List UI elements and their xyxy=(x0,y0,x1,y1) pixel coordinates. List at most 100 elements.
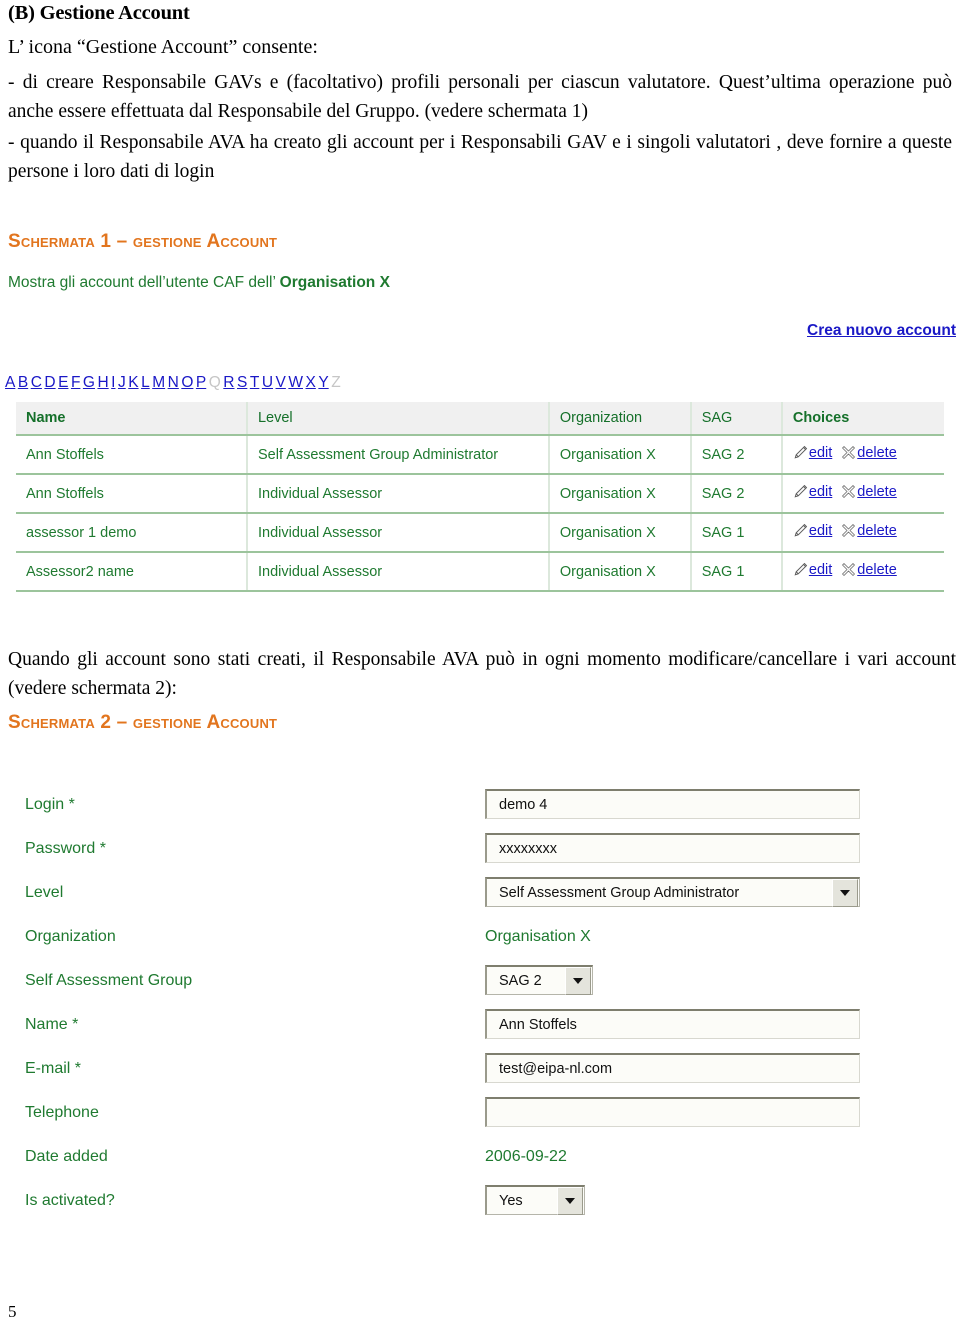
delete-link[interactable]: delete xyxy=(857,445,897,461)
organization-value: Organisation X xyxy=(485,928,591,945)
is-activated-select[interactable]: Yes xyxy=(485,1185,585,1215)
pencil-edit-icon[interactable] xyxy=(793,445,808,464)
alphabet-letter-e[interactable]: E xyxy=(58,374,68,391)
alphabet-letter-b[interactable]: B xyxy=(18,374,28,391)
table-row: Ann Stoffels Individual Assessor Organisat… xyxy=(16,474,944,514)
cell-level: Individual Assessor xyxy=(246,552,550,592)
delete-link[interactable]: delete xyxy=(857,523,897,539)
alphabet-letter-x[interactable]: X xyxy=(306,374,316,391)
level-select-value: Self Assessment Group Administrator xyxy=(499,884,740,901)
chevron-down-icon[interactable] xyxy=(832,878,858,907)
edit-link[interactable]: edit xyxy=(809,484,832,500)
label-organization: Organization xyxy=(25,928,116,945)
accounts-scope-line: Mostra gli account dell’utente CAF dell’… xyxy=(8,274,390,292)
form-row-is-activated: Is activated? Yes xyxy=(0,1182,960,1226)
column-header-name[interactable]: Name xyxy=(16,402,248,436)
accounts-scope-organisation: Organisation X xyxy=(279,274,390,291)
alphabet-letter-w[interactable]: W xyxy=(288,374,303,391)
edit-link[interactable]: edit xyxy=(809,562,832,578)
alphabet-letter-j[interactable]: J xyxy=(118,374,126,391)
is-activated-select-wrapper: Yes xyxy=(485,1185,585,1215)
column-header-level[interactable]: Level xyxy=(246,402,550,436)
alphabet-letter-s[interactable]: S xyxy=(237,374,247,391)
alphabet-letter-o[interactable]: O xyxy=(181,374,193,391)
alphabet-letter-c[interactable]: C xyxy=(31,374,42,391)
chevron-down-icon[interactable] xyxy=(565,966,591,995)
alphabet-letter-d[interactable]: D xyxy=(44,374,55,391)
alphabet-letter-u[interactable]: U xyxy=(262,374,273,391)
delete-link[interactable]: delete xyxy=(857,484,897,500)
form-row-sag: Self Assessment Group SAG 2 xyxy=(0,962,960,1006)
login-input[interactable] xyxy=(485,789,860,819)
paragraph-second-bullet: - quando il Responsabile AVA ha creato g… xyxy=(8,132,952,182)
alphabet-letter-r[interactable]: R xyxy=(223,374,234,391)
login-field-wrapper xyxy=(485,789,860,819)
alphabet-letter-p[interactable]: P xyxy=(196,374,206,391)
label-is-activated: Is activated? xyxy=(25,1192,115,1209)
date-added-value: 2006-09-22 xyxy=(485,1148,567,1165)
alphabet-letter-l[interactable]: L xyxy=(141,374,150,391)
alphabet-letter-h[interactable]: H xyxy=(97,374,108,391)
pencil-edit-icon[interactable] xyxy=(793,523,808,542)
caption-schermata-1: Schermata 1 – gestione Account xyxy=(8,231,278,252)
pencil-edit-icon[interactable] xyxy=(793,562,808,581)
edit-link[interactable]: edit xyxy=(809,523,832,539)
email-field-wrapper xyxy=(485,1053,860,1083)
alphabet-letter-g[interactable]: G xyxy=(83,374,95,391)
cross-delete-icon[interactable] xyxy=(841,484,856,503)
form-row-date-added: Date added 2006-09-22 xyxy=(0,1138,960,1182)
alphabet-letter-f[interactable]: F xyxy=(71,374,80,391)
label-login: Login * xyxy=(25,796,75,813)
cross-delete-icon[interactable] xyxy=(841,523,856,542)
cell-sag: SAG 2 xyxy=(690,474,783,514)
edit-link[interactable]: edit xyxy=(809,445,832,461)
sag-select-value: SAG 2 xyxy=(499,972,542,989)
form-row-organization: Organization Organisation X xyxy=(0,918,960,962)
telephone-input[interactable] xyxy=(485,1097,860,1127)
alphabet-letter-i[interactable]: I xyxy=(111,374,115,391)
alphabet-letter-k[interactable]: K xyxy=(128,374,138,391)
create-new-account-link[interactable]: Crea nuovo account xyxy=(807,322,956,340)
alphabet-letter-t[interactable]: T xyxy=(250,374,259,391)
alphabet-letter-m[interactable]: M xyxy=(152,374,165,391)
cell-name: Ann Stoffels xyxy=(16,474,248,514)
cell-organization: Organisation X xyxy=(548,435,692,475)
name-input[interactable] xyxy=(485,1009,860,1039)
delete-link[interactable]: delete xyxy=(857,562,897,578)
cell-organization: Organisation X xyxy=(548,474,692,514)
label-date-added: Date added xyxy=(25,1148,108,1165)
page-number: 5 xyxy=(8,1302,17,1321)
alphabet-letter-v[interactable]: V xyxy=(276,374,286,391)
cell-choices: edit delete xyxy=(781,513,944,553)
paragraph-third: Quando gli account sono stati creati, il… xyxy=(8,649,956,699)
column-header-sag[interactable]: SAG xyxy=(690,402,783,436)
sag-select[interactable]: SAG 2 xyxy=(485,965,593,995)
cell-name: Ann Stoffels xyxy=(16,435,248,475)
alphabet-letter-y[interactable]: Y xyxy=(318,374,328,391)
cross-delete-icon[interactable] xyxy=(841,562,856,581)
column-header-organization[interactable]: Organization xyxy=(548,402,692,436)
table-header-row: Name Level Organization SAG Choices xyxy=(16,402,944,436)
password-input[interactable] xyxy=(485,833,860,863)
cross-delete-icon[interactable] xyxy=(841,445,856,464)
password-field-wrapper xyxy=(485,833,860,863)
pencil-edit-icon[interactable] xyxy=(793,484,808,503)
cell-organization: Organisation X xyxy=(548,513,692,553)
column-header-choices: Choices xyxy=(781,402,944,436)
chevron-down-icon[interactable] xyxy=(557,1186,583,1215)
level-select[interactable]: Self Assessment Group Administrator xyxy=(485,877,860,907)
cell-level: Individual Assessor xyxy=(246,513,550,553)
alphabet-filter-bar: ABCDEFGHIJKLMNOPQRSTUVWXYZ xyxy=(5,374,343,392)
cell-choices: edit delete xyxy=(781,552,944,592)
email-input[interactable] xyxy=(485,1053,860,1083)
accounts-scope-prefix: Mostra gli account dell’utente CAF dell’ xyxy=(8,274,280,291)
cell-name: Assessor2 name xyxy=(16,552,248,592)
cell-level: Individual Assessor xyxy=(246,474,550,514)
label-level: Level xyxy=(25,884,64,901)
cell-sag: SAG 1 xyxy=(690,552,783,592)
cell-organization: Organisation X xyxy=(548,552,692,592)
alphabet-letter-a[interactable]: A xyxy=(5,374,15,391)
table-row: Assessor2 name Individual Assessor Organis… xyxy=(16,552,944,592)
alphabet-letter-n[interactable]: N xyxy=(168,374,179,391)
intro-line: L’ icona “Gestione Account” consente: xyxy=(8,36,318,58)
